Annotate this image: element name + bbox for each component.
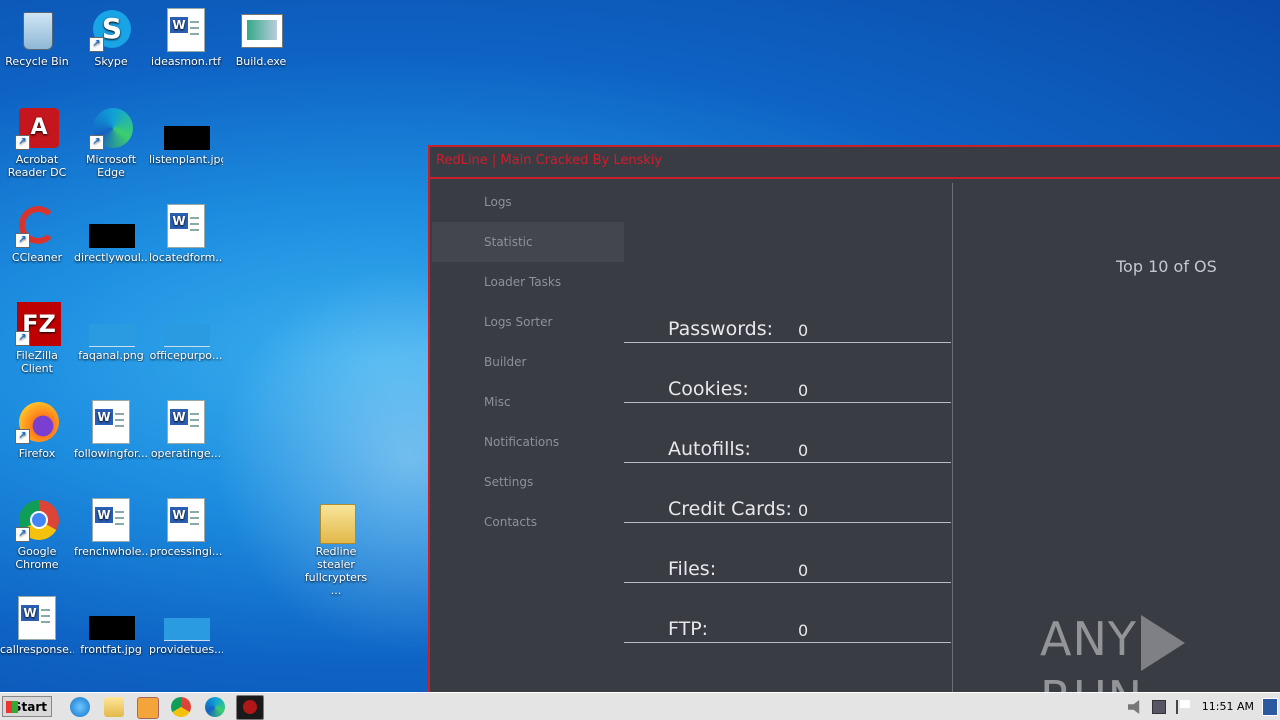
redline-window: RedLine | Main Cracked By Lenskiy Logs S… xyxy=(428,145,1280,693)
taskbar: Start 11:51 AM xyxy=(0,692,1280,720)
media-player-icon[interactable] xyxy=(137,697,159,719)
stat-value: 0 xyxy=(798,441,809,460)
windows-logo-icon xyxy=(6,701,18,713)
nav-item-statistic[interactable]: Statistic xyxy=(432,222,624,262)
system-tray: 11:51 AM xyxy=(1120,693,1280,720)
watermark-left: ANY xyxy=(1040,612,1137,666)
desktop-icon-callresponse[interactable]: W callresponse... xyxy=(0,596,74,656)
stat-label: Credit Cards: xyxy=(668,498,792,520)
desktop-icon-firefox[interactable]: ↗ Firefox xyxy=(0,400,74,460)
desktop-icon-redline-folder[interactable]: Redline stealer fullcrypters ... xyxy=(299,498,373,597)
acrobat-icon: A ↗ xyxy=(15,106,59,150)
desktop-icon-frenchwhole[interactable]: W frenchwhole... xyxy=(74,498,148,558)
os-chart-title: Top 10 of OS xyxy=(1116,257,1217,276)
desktop-icon-listenplant[interactable]: listenplant.jpg xyxy=(149,106,223,166)
chrome-icon: ↗ xyxy=(15,498,59,542)
image-file-icon xyxy=(164,596,210,641)
word-document-icon: W xyxy=(18,596,56,640)
desktop-icon-frontfat[interactable]: frontfat.jpg xyxy=(74,596,148,656)
nav-item-misc[interactable]: Misc xyxy=(432,382,624,422)
redline-icon xyxy=(243,700,257,714)
nav-item-settings[interactable]: Settings xyxy=(432,462,624,502)
ccleaner-icon: ↗ xyxy=(15,204,59,248)
image-file-icon xyxy=(164,106,210,150)
desktop-icon-operatinge[interactable]: W operatinge... xyxy=(149,400,223,460)
desktop-icon-edge[interactable]: ↗ Microsoft Edge xyxy=(74,106,148,179)
sidebar-nav: Logs Statistic Loader Tasks Logs Sorter … xyxy=(432,182,624,542)
stat-row-passwords: Passwords: 0 xyxy=(624,282,951,343)
desktop-icon-directlywoul[interactable]: directlywoul... xyxy=(74,204,148,264)
firefox-icon: ↗ xyxy=(15,400,59,444)
word-document-icon: W xyxy=(167,8,205,52)
desktop-icon-recycle-bin[interactable]: Recycle Bin xyxy=(0,8,74,68)
desktop-icon-chrome[interactable]: ↗ Google Chrome xyxy=(0,498,74,571)
window-title[interactable]: RedLine | Main Cracked By Lenskiy xyxy=(430,147,1280,179)
nav-item-contacts[interactable]: Contacts xyxy=(432,502,624,542)
stat-row-ftp: FTP: 0 xyxy=(624,582,951,643)
stat-row-credit-cards: Credit Cards: 0 xyxy=(624,462,951,523)
edge-taskbar-icon[interactable] xyxy=(205,697,225,717)
image-file-icon xyxy=(164,302,210,347)
desktop-icon-faqanal[interactable]: faqanal.png xyxy=(74,302,148,362)
desktop-icon-locatedform[interactable]: W locatedform... xyxy=(149,204,223,264)
stat-row-files: Files: 0 xyxy=(624,522,951,583)
stat-label: Autofills: xyxy=(668,438,751,460)
exe-window-icon xyxy=(239,8,283,52)
desktop-icon-acrobat[interactable]: A ↗ Acrobat Reader DC xyxy=(0,106,74,179)
desktop-icon-providetues[interactable]: providetues... xyxy=(149,596,223,656)
stat-value: 0 xyxy=(798,621,809,640)
stat-label: Cookies: xyxy=(668,378,749,400)
panel-divider xyxy=(952,183,953,693)
stat-label: Passwords: xyxy=(668,318,774,340)
recycle-bin-icon xyxy=(15,8,59,52)
word-document-icon: W xyxy=(92,498,130,542)
stat-label: Files: xyxy=(668,558,717,580)
start-button[interactable]: Start xyxy=(2,696,52,717)
chrome-taskbar-icon[interactable] xyxy=(171,697,191,717)
nav-item-logs-sorter[interactable]: Logs Sorter xyxy=(432,302,624,342)
nav-item-notifications[interactable]: Notifications xyxy=(432,422,624,462)
statistics-panel: Passwords: 0 Cookies: 0 Autofills: 0 Cre… xyxy=(624,177,952,693)
nav-item-builder[interactable]: Builder xyxy=(432,342,624,382)
desktop-icon-ideasmon[interactable]: W ideasmon.rtf xyxy=(149,8,223,68)
desktop-icon-ccleaner[interactable]: ↗ CCleaner xyxy=(0,204,74,264)
stat-value: 0 xyxy=(798,561,809,580)
word-document-icon: W xyxy=(92,400,130,444)
image-file-icon xyxy=(89,302,135,347)
filezilla-icon: FZ ↗ xyxy=(15,302,61,346)
image-file-icon xyxy=(89,596,135,640)
show-desktop-icon[interactable] xyxy=(1262,698,1278,716)
desktop-icon-officepurpo[interactable]: officepurpo... xyxy=(149,302,223,362)
desktop-icon-skype[interactable]: S ↗ Skype xyxy=(74,8,148,68)
explorer-icon[interactable] xyxy=(104,697,124,717)
desktop-icon-build-exe[interactable]: Build.exe xyxy=(224,8,298,68)
volume-icon[interactable] xyxy=(1128,700,1140,714)
stat-row-autofills: Autofills: 0 xyxy=(624,402,951,463)
image-file-icon xyxy=(89,204,135,248)
desktop-icon-processingi[interactable]: W processingi... xyxy=(149,498,223,558)
network-icon[interactable] xyxy=(1152,700,1166,714)
stat-value: 0 xyxy=(798,501,809,520)
stat-value: 0 xyxy=(798,381,809,400)
redline-taskbar-button[interactable] xyxy=(236,695,264,720)
skype-icon: S ↗ xyxy=(89,8,133,52)
play-icon xyxy=(1140,614,1185,671)
stat-label: FTP: xyxy=(668,618,709,640)
clock[interactable]: 11:51 AM xyxy=(1202,700,1254,713)
ie-icon[interactable] xyxy=(70,697,90,717)
action-center-flag-icon[interactable] xyxy=(1176,700,1192,714)
word-document-icon: W xyxy=(167,204,205,248)
desktop-icon-followingfor[interactable]: W followingfor... xyxy=(74,400,148,460)
stat-value: 0 xyxy=(798,321,809,340)
edge-icon: ↗ xyxy=(89,106,133,150)
desktop-icon-filezilla[interactable]: FZ ↗ FileZilla Client xyxy=(0,302,74,375)
nav-item-logs[interactable]: Logs xyxy=(432,182,624,222)
nav-item-loader-tasks[interactable]: Loader Tasks xyxy=(432,262,624,302)
folder-icon xyxy=(314,498,358,544)
stat-row-cookies: Cookies: 0 xyxy=(624,342,951,403)
word-document-icon: W xyxy=(167,400,205,444)
word-document-icon: W xyxy=(167,498,205,542)
